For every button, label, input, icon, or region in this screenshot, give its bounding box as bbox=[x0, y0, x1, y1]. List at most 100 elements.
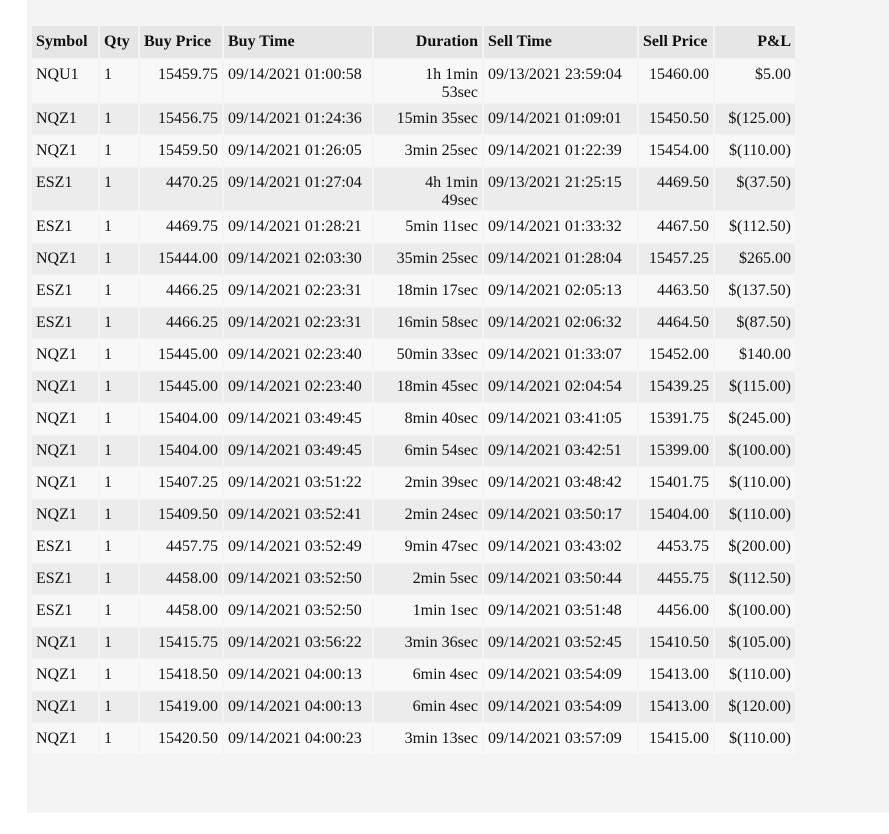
duration-line: 15min 35sec bbox=[396, 110, 478, 127]
table-row: NQZ1 1 15420.50 09/14/2021 04:00:23 3min 13s… bbox=[32, 724, 795, 754]
cell-sell-time: 09/14/2021 01:28:04 bbox=[488, 250, 622, 267]
cell-buy-time: 09/14/2021 03:51:22 bbox=[228, 474, 362, 491]
duration-line: 8min 40sec bbox=[404, 410, 478, 427]
cell-sell-price: 15404.00 bbox=[649, 506, 709, 523]
cell-qty: 1 bbox=[104, 602, 112, 619]
cell-pnl: $(137.50) bbox=[728, 282, 791, 299]
table-row: NQZ1 1 15445.00 09/14/2021 02:23:40 18min 45… bbox=[32, 372, 795, 402]
cell-symbol: ESZ1 bbox=[36, 282, 73, 299]
cell-duration: 8min 40sec bbox=[374, 404, 482, 434]
cell-symbol: NQZ1 bbox=[36, 698, 77, 715]
cell-sell-time: 09/14/2021 01:09:01 bbox=[488, 110, 622, 127]
header-pnl: P&L bbox=[757, 33, 791, 50]
cell-buy-price: 4466.25 bbox=[166, 314, 218, 331]
cell-pnl: $(37.50) bbox=[736, 174, 791, 191]
table-row: NQZ1 1 15419.00 09/14/2021 04:00:13 6min 4se… bbox=[32, 692, 795, 722]
cell-buy-price: 4470.25 bbox=[166, 174, 218, 191]
cell-buy-time: 09/14/2021 02:23:31 bbox=[228, 314, 362, 331]
header-sell-price: Sell Price bbox=[643, 33, 708, 50]
cell-buy-time: 09/14/2021 01:26:05 bbox=[228, 142, 362, 159]
cell-pnl: $(125.00) bbox=[728, 110, 791, 127]
cell-qty: 1 bbox=[104, 538, 112, 555]
cell-pnl: $265.00 bbox=[739, 250, 791, 267]
cell-buy-price: 15415.75 bbox=[158, 634, 218, 651]
cell-sell-price: 4469.50 bbox=[657, 174, 709, 191]
table-row: NQZ1 1 15404.00 09/14/2021 03:49:45 6min 54s… bbox=[32, 436, 795, 466]
cell-sell-price: 15413.00 bbox=[649, 666, 709, 683]
duration-line: 6min 4sec bbox=[412, 698, 478, 715]
cell-buy-price: 15404.00 bbox=[158, 442, 218, 459]
cell-symbol: NQZ1 bbox=[36, 410, 77, 427]
cell-symbol: NQZ1 bbox=[36, 506, 77, 523]
cell-buy-time: 09/14/2021 01:28:21 bbox=[228, 218, 362, 235]
cell-pnl: $(110.00) bbox=[728, 506, 791, 523]
cell-sell-price: 15413.00 bbox=[649, 698, 709, 715]
cell-duration: 1min 1sec bbox=[374, 596, 482, 626]
header-buy-time: Buy Time bbox=[228, 33, 295, 50]
cell-pnl: $(245.00) bbox=[728, 410, 791, 427]
trades-table-header: Symbol Qty Buy Price Buy Time Duration S… bbox=[32, 26, 795, 58]
cell-symbol: NQZ1 bbox=[36, 142, 77, 159]
cell-buy-price: 15407.25 bbox=[158, 474, 218, 491]
cell-symbol: NQU1 bbox=[36, 66, 79, 83]
cell-buy-time: 09/14/2021 03:52:50 bbox=[228, 570, 362, 587]
duration-line: 5min 11sec bbox=[405, 218, 478, 235]
table-row: NQZ1 1 15415.75 09/14/2021 03:56:22 3min 36s… bbox=[32, 628, 795, 658]
table-row: NQZ1 1 15444.00 09/14/2021 02:03:30 35min 25… bbox=[32, 244, 795, 274]
table-row: NQZ1 1 15407.25 09/14/2021 03:51:22 2min 39s… bbox=[32, 468, 795, 498]
cell-sell-time: 09/13/2021 21:25:15 bbox=[488, 174, 622, 191]
cell-sell-time: 09/14/2021 03:50:17 bbox=[488, 506, 622, 523]
cell-duration: 35min 25sec bbox=[374, 244, 482, 274]
cell-duration: 2min 39sec bbox=[374, 468, 482, 498]
cell-sell-price: 15439.25 bbox=[649, 378, 709, 395]
cell-sell-price: 15399.00 bbox=[649, 442, 709, 459]
cell-buy-price: 15459.50 bbox=[158, 142, 218, 159]
table-row: ESZ1 1 4466.25 09/14/2021 02:23:31 18min 17s… bbox=[32, 276, 795, 306]
cell-duration: 5min 11sec bbox=[374, 212, 482, 242]
cell-qty: 1 bbox=[104, 378, 112, 395]
header-duration: Duration bbox=[415, 33, 478, 50]
cell-qty: 1 bbox=[104, 174, 112, 191]
cell-buy-time: 09/14/2021 04:00:13 bbox=[228, 666, 362, 683]
cell-buy-time: 09/14/2021 03:56:22 bbox=[228, 634, 362, 651]
cell-symbol: ESZ1 bbox=[36, 602, 73, 619]
cell-buy-time: 09/14/2021 03:52:41 bbox=[228, 506, 362, 523]
cell-qty: 1 bbox=[104, 282, 112, 299]
cell-qty: 1 bbox=[104, 66, 112, 83]
duration-line: 35min 25sec bbox=[396, 250, 478, 267]
duration-line: 6min 4sec bbox=[412, 666, 478, 683]
duration-line: 2min 5sec bbox=[412, 570, 478, 587]
cell-sell-time: 09/14/2021 03:43:02 bbox=[488, 538, 622, 555]
cell-sell-time: 09/14/2021 03:52:45 bbox=[488, 634, 622, 651]
cell-qty: 1 bbox=[104, 218, 112, 235]
cell-sell-price: 4467.50 bbox=[657, 218, 709, 235]
cell-pnl: $(110.00) bbox=[728, 666, 791, 683]
cell-buy-price: 4469.75 bbox=[166, 218, 218, 235]
trades-table: Symbol Qty Buy Price Buy Time Duration S… bbox=[30, 24, 797, 756]
table-row: NQZ1 1 15418.50 09/14/2021 04:00:13 6min 4se… bbox=[32, 660, 795, 690]
cell-buy-time: 09/14/2021 02:03:30 bbox=[228, 250, 362, 267]
cell-buy-time: 09/14/2021 03:49:45 bbox=[228, 442, 362, 459]
cell-buy-price: 4457.75 bbox=[166, 538, 218, 555]
cell-sell-time: 09/13/2021 23:59:04 bbox=[488, 66, 622, 83]
table-row: NQZ1 1 15404.00 09/14/2021 03:49:45 8min 40s… bbox=[32, 404, 795, 434]
cell-pnl: $(112.50) bbox=[728, 570, 791, 587]
cell-duration: 6min 4sec bbox=[374, 692, 482, 722]
cell-buy-time: 09/14/2021 02:23:40 bbox=[228, 378, 362, 395]
cell-sell-time: 09/14/2021 03:42:51 bbox=[488, 442, 622, 459]
cell-sell-time: 09/14/2021 01:33:32 bbox=[488, 218, 622, 235]
cell-sell-price: 15391.75 bbox=[649, 410, 709, 427]
cell-buy-price: 4466.25 bbox=[166, 282, 218, 299]
cell-sell-time: 09/14/2021 02:05:13 bbox=[488, 282, 622, 299]
cell-pnl: $(200.00) bbox=[728, 538, 791, 555]
cell-symbol: ESZ1 bbox=[36, 174, 73, 191]
cell-buy-time: 09/14/2021 01:24:36 bbox=[228, 110, 362, 127]
cell-buy-price: 15418.50 bbox=[158, 666, 218, 683]
cell-buy-time: 09/14/2021 03:52:49 bbox=[228, 538, 362, 555]
cell-sell-price: 4464.50 bbox=[657, 314, 709, 331]
cell-sell-time: 09/14/2021 03:50:44 bbox=[488, 570, 622, 587]
cell-pnl: $(110.00) bbox=[728, 474, 791, 491]
cell-duration: 9min 47sec bbox=[374, 532, 482, 562]
header-qty: Qty bbox=[104, 33, 130, 50]
header-symbol: Symbol bbox=[36, 33, 88, 50]
